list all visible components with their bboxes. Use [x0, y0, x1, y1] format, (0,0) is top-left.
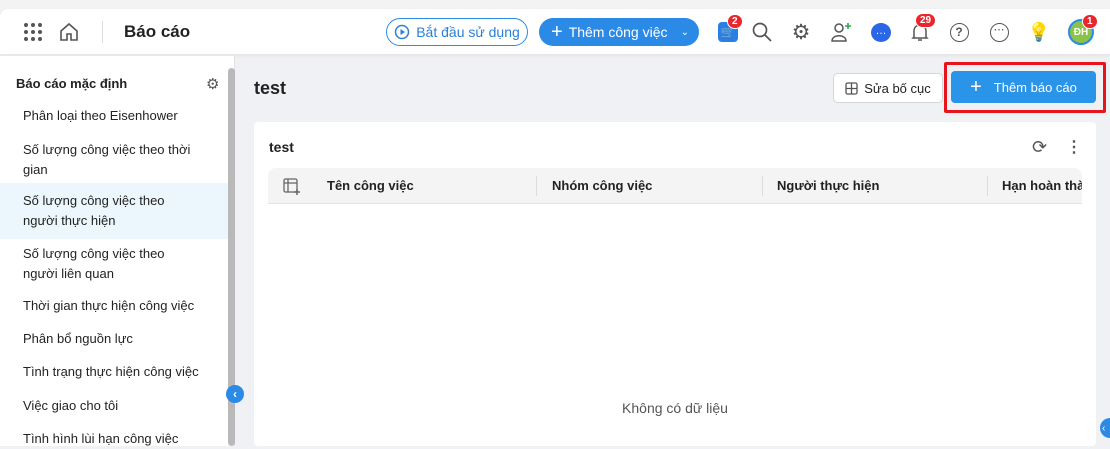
sidebar-item[interactable]: Việc giao cho tôi	[0, 396, 228, 416]
report-card: test ⟳ ⋮ Tên công việc Nhóm công việc Ng…	[254, 122, 1096, 446]
card-title: test	[269, 139, 294, 155]
layout-icon	[845, 81, 858, 95]
add-task-label: Thêm công việc	[568, 24, 668, 40]
sidebar-item[interactable]: Thời gian thực hiện công việc	[0, 296, 228, 316]
more-icon[interactable]: ⋯	[987, 20, 1011, 44]
cart-icon[interactable]: 🛒 2	[716, 14, 743, 44]
refresh-icon[interactable]: ⟳	[1032, 137, 1047, 158]
sidebar-title: Báo cáo mặc định	[16, 76, 128, 91]
home-icon[interactable]	[58, 21, 80, 48]
right-panel-toggle-icon[interactable]: ‹	[1100, 418, 1110, 438]
browser-chrome	[0, 0, 1110, 9]
report-sidebar: Báo cáo mặc định ⚙ Phân loại theo Eisenh…	[0, 56, 235, 446]
top-header: Báo cáo Bắt đầu sử dụng + Thêm công việc ⌄…	[0, 9, 1110, 55]
get-started-button[interactable]: Bắt đầu sử dụng	[386, 18, 528, 46]
edit-layout-label: Sửa bố cục	[864, 80, 931, 96]
bell-icon[interactable]: 29	[908, 13, 937, 44]
gear-icon[interactable]: ⚙	[789, 20, 813, 44]
add-report-button[interactable]: + Thêm báo cáo	[951, 71, 1096, 103]
chevron-down-icon[interactable]: ⌄	[681, 27, 689, 38]
edit-layout-button[interactable]: Sửa bố cục	[833, 73, 943, 103]
column-header[interactable]: Hạn hoàn thành	[1002, 178, 1082, 193]
sidebar-item[interactable]: Số lượng công việc theo thời gian	[0, 140, 228, 180]
table-header: Tên công việc Nhóm công việc Người thực …	[268, 168, 1082, 204]
get-started-label: Bắt đầu sử dụng	[416, 24, 520, 40]
cart-badge: 2	[727, 14, 743, 29]
notification-badge: 29	[915, 13, 937, 28]
page-header-title: Báo cáo	[124, 22, 191, 41]
empty-state: Không có dữ liệu	[622, 400, 728, 416]
sidebar-item-active[interactable]: Số lượng công việc theo người thực hiện	[0, 183, 228, 239]
collapse-sidebar-icon[interactable]: ‹	[226, 385, 244, 403]
plus-icon: +	[551, 21, 563, 43]
chat-icon[interactable]: …	[869, 20, 893, 44]
play-circle-icon	[394, 24, 410, 40]
more-vertical-icon[interactable]: ⋮	[1066, 137, 1082, 157]
add-user-icon[interactable]	[829, 20, 853, 44]
column-header[interactable]: Tên công việc	[327, 178, 414, 193]
avatar[interactable]: ĐH 1	[1068, 14, 1098, 45]
column-header[interactable]: Nhóm công việc	[552, 178, 652, 193]
column-settings-icon[interactable]	[283, 178, 301, 201]
help-icon[interactable]: ?	[947, 20, 971, 44]
sidebar-item[interactable]: Phân loại theo Eisenhower	[0, 106, 228, 126]
sidebar-item[interactable]: Số lượng công việc theo người liên quan	[0, 244, 228, 284]
add-task-button[interactable]: + Thêm công việc ⌄	[539, 18, 699, 46]
page-title: test	[254, 78, 287, 98]
sidebar-item[interactable]: Phân bổ nguồn lực	[0, 329, 228, 349]
sidebar-item[interactable]: Tình trạng thực hiện công việc	[0, 362, 228, 382]
divider	[102, 21, 103, 43]
guide-book-icon[interactable]: 💡	[1027, 20, 1051, 44]
sidebar-settings-icon[interactable]: ⚙	[206, 75, 219, 93]
add-report-label: Thêm báo cáo	[993, 79, 1077, 95]
plus-icon: +	[970, 76, 982, 98]
sidebar-item[interactable]: Tình hình lùi hạn công việc	[0, 429, 228, 449]
avatar-badge: 1	[1082, 14, 1098, 29]
search-icon[interactable]	[750, 20, 774, 44]
apps-grid-icon[interactable]	[24, 23, 42, 41]
column-header[interactable]: Người thực hiện	[777, 178, 879, 193]
